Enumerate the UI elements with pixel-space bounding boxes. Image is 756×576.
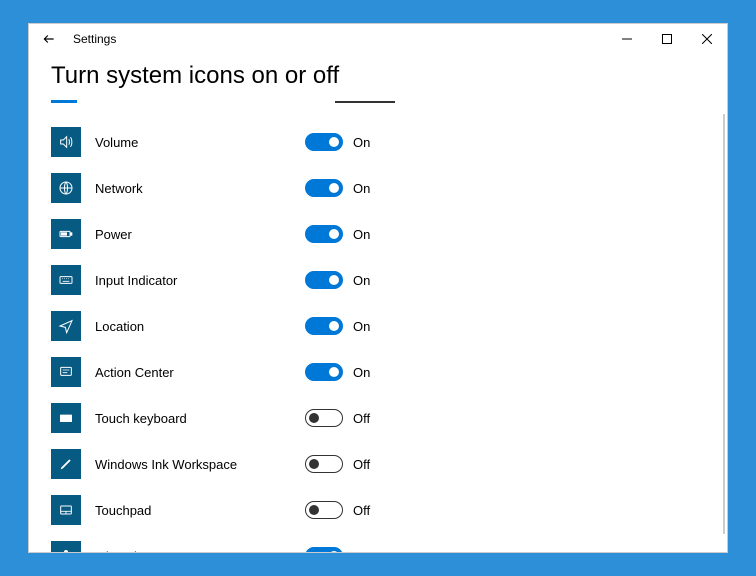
toggle-touchpad[interactable] — [305, 501, 343, 519]
setting-label-actioncenter: Action Center — [95, 365, 305, 380]
toggle-state-input: On — [353, 273, 370, 288]
nav-icon-box — [51, 311, 81, 341]
globe-icon — [58, 180, 74, 196]
toggle-touchkb[interactable] — [305, 409, 343, 427]
setting-row-input: Input Indicator On — [51, 257, 705, 303]
setting-label-ink: Windows Ink Workspace — [95, 457, 305, 472]
toggle-input[interactable] — [305, 271, 343, 289]
keyboard-icon — [58, 272, 74, 288]
toggle-state-actioncenter: On — [353, 365, 370, 380]
toggle-wrap-ink: Off — [305, 455, 370, 473]
setting-row-ink: Windows Ink Workspace Off — [51, 441, 705, 487]
toggle-wrap-touchkb: Off — [305, 409, 370, 427]
setting-row-location: Location On — [51, 303, 705, 349]
toggle-state-touchpad: Off — [353, 503, 370, 518]
pen-icon-box — [51, 449, 81, 479]
setting-row-touchkb: Touch keyboard Off — [51, 395, 705, 441]
toggle-state-microphone: On — [353, 549, 370, 553]
toggle-actioncenter[interactable] — [305, 363, 343, 381]
touchkb-icon-box — [51, 403, 81, 433]
toggle-wrap-input: On — [305, 271, 370, 289]
settings-window: Settings Turn system icons on or off Vol… — [28, 23, 728, 553]
toggle-wrap-network: On — [305, 179, 370, 197]
message-icon — [58, 364, 74, 380]
pen-icon — [58, 456, 74, 472]
toggle-state-power: On — [353, 227, 370, 242]
page-title: Turn system icons on or off — [51, 62, 705, 90]
touchkb-icon — [58, 410, 74, 426]
setting-label-location: Location — [95, 319, 305, 334]
volume-icon-box — [51, 127, 81, 157]
setting-row-network: Network On — [51, 165, 705, 211]
minimize-button[interactable] — [607, 24, 647, 54]
toggle-wrap-touchpad: Off — [305, 501, 370, 519]
content-area: Turn system icons on or off VolumeOnNetw… — [29, 54, 727, 552]
maximize-button[interactable] — [647, 24, 687, 54]
toggle-volume[interactable] — [305, 133, 343, 151]
setting-label-touchpad: Touchpad — [95, 503, 305, 518]
close-button[interactable] — [687, 24, 727, 54]
setting-row-actioncenter: Action Center On — [51, 349, 705, 395]
mic-icon — [58, 548, 74, 552]
toggle-state-ink: Off — [353, 457, 370, 472]
globe-icon-box — [51, 173, 81, 203]
setting-label-network: Network — [95, 181, 305, 196]
setting-row-power: Power On — [51, 211, 705, 257]
toggle-state-location: On — [353, 319, 370, 334]
window-controls — [607, 24, 727, 54]
toggle-network[interactable] — [305, 179, 343, 197]
toggle-wrap-actioncenter: On — [305, 363, 370, 381]
nav-icon — [58, 318, 74, 334]
back-arrow-icon — [42, 32, 56, 46]
setting-label-power: Power — [95, 227, 305, 242]
mic-icon-box — [51, 541, 81, 552]
titlebar: Settings — [29, 24, 727, 54]
volume-icon — [58, 134, 74, 150]
toggle-wrap-location: On — [305, 317, 370, 335]
items-list: Volume On Network On Power On Input Indicator O… — [51, 119, 705, 552]
maximize-icon — [662, 34, 672, 44]
touchpad-icon-box — [51, 495, 81, 525]
setting-label-microphone: Microphone — [95, 549, 305, 553]
toggle-power[interactable] — [305, 225, 343, 243]
toggle-ink[interactable] — [305, 455, 343, 473]
setting-row-microphone: Microphone On — [51, 533, 705, 552]
scrollbar[interactable] — [723, 114, 725, 534]
toggle-microphone[interactable] — [305, 547, 343, 552]
toggle-location[interactable] — [305, 317, 343, 335]
battery-icon-box — [51, 219, 81, 249]
setting-label-volume: Volume — [95, 135, 305, 150]
window-title: Settings — [73, 32, 116, 46]
setting-row-volume: Volume On — [51, 119, 705, 165]
setting-label-input: Input Indicator — [95, 273, 305, 288]
toggle-state-touchkb: Off — [353, 411, 370, 426]
keyboard-icon-box — [51, 265, 81, 295]
touchpad-icon — [58, 502, 74, 518]
setting-row-touchpad: Touchpad Off — [51, 487, 705, 533]
toggle-wrap-power: On — [305, 225, 370, 243]
toggle-wrap-microphone: On — [305, 547, 370, 552]
toggle-state-network: On — [353, 181, 370, 196]
minimize-icon — [622, 34, 632, 44]
back-button[interactable] — [37, 27, 61, 51]
close-icon — [702, 34, 712, 44]
accent-bar — [51, 100, 705, 103]
battery-icon — [58, 226, 74, 242]
toggle-state-volume: On — [353, 135, 370, 150]
toggle-wrap-volume: On — [305, 133, 370, 151]
message-icon-box — [51, 357, 81, 387]
setting-label-touchkb: Touch keyboard — [95, 411, 305, 426]
